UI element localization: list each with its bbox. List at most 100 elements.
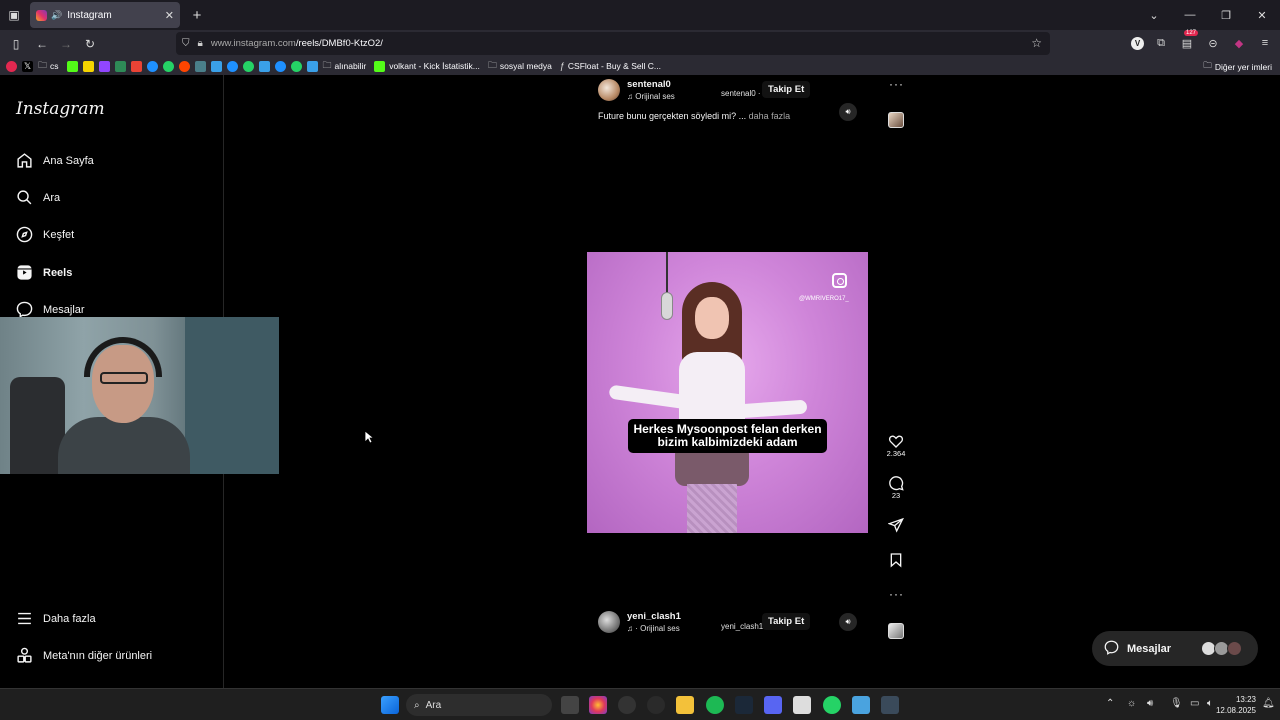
bookmark-csfloat[interactable]: ƒ CSFloat - Buy & Sell C... [560,61,661,71]
reload-button[interactable]: ↻ [78,32,102,56]
link3-bookmark-icon[interactable] [274,60,286,72]
whatsapp-bookmark-icon[interactable] [162,60,174,72]
browser-tab-instagram[interactable]: 🔊 Instagram ✕ [30,2,180,28]
spotify-icon[interactable] [706,696,724,714]
bookmark-folder-alinabilir[interactable]: 🗀 alınabilir [323,58,367,74]
nav-item-home[interactable]: Ana Sayfa [16,152,94,169]
notification-icon[interactable]: 🔔︎ [1262,698,1275,709]
other-bookmarks[interactable]: 🗀 Diğer yer imleri [1203,60,1272,74]
wave2-bookmark-icon[interactable] [306,60,318,72]
url-bar[interactable]: ⛉ 🔒︎ www.instagram.com/reels/DMBf0-KtzO2… [176,32,1050,55]
discord-icon[interactable] [764,696,782,714]
file-explorer-icon[interactable] [676,696,694,714]
whatsapp3-bookmark-icon[interactable] [290,60,302,72]
nav-item-explore[interactable]: Keşfet [16,226,74,243]
download-bookmark-icon[interactable] [114,60,126,72]
url-text[interactable]: www.instagram.com/reels/DMBf0-KtzO2/ [211,38,383,49]
bookmark-folder-cs[interactable]: 🗀 cs [38,58,59,74]
app2-icon[interactable] [852,696,870,714]
nav-item-messages[interactable]: Mesajlar [16,301,85,318]
reel-bottom-audio[interactable]: ♫ · Orijinal ses [627,624,681,633]
ship-bookmark-icon[interactable] [210,60,222,72]
bookmark-star-icon[interactable]: ☆ [1031,36,1042,50]
bookmark-folder-sosyal-medya[interactable]: 🗀 sosyal medya [488,58,552,74]
reel-bottom-tag[interactable]: yeni_clash1 [721,622,763,631]
app-icon[interactable] [647,696,665,714]
twitch-bookmark-icon[interactable] [98,60,110,72]
whatsapp-icon[interactable] [823,696,841,714]
follow-button[interactable]: Takip Et [762,81,811,98]
gmail-bookmark-icon[interactable] [130,60,142,72]
messages-floating-button[interactable]: Mesajlar [1092,631,1258,666]
bookmark-volkant[interactable]: volkant - Kick İstatistik... [374,60,480,72]
audio-thumbnail[interactable] [888,112,904,128]
steam-icon[interactable] [735,696,753,714]
s-bookmark-icon[interactable] [82,60,94,72]
follow-button[interactable]: Takip Et [762,613,811,630]
windows-start-icon[interactable] [381,696,399,714]
reel-top-username[interactable]: sentenal0 [627,79,675,90]
menu-icon[interactable]: ≡ [1256,34,1274,52]
link2-bookmark-icon[interactable] [226,60,238,72]
caption-more-link[interactable]: daha fazla [749,111,791,121]
nav-item-meta-products[interactable]: Meta'nın diğer ürünleri [16,647,152,664]
avatar[interactable] [598,79,620,101]
wave-bookmark-icon[interactable] [258,60,270,72]
more-options-icon[interactable]: ··· [889,587,904,601]
tab-list-icon[interactable]: ▣ [0,0,28,30]
instagram-logo[interactable]: Instagram [16,99,105,119]
vpn-extension-icon[interactable]: V [1131,36,1144,50]
more-options-icon[interactable]: ··· [889,77,904,91]
obs-icon[interactable] [618,696,636,714]
save-action[interactable] [884,552,908,568]
like-action[interactable]: 2.364 [884,433,908,458]
volume-icon[interactable]: 🔈︎ [1207,698,1213,709]
x-bookmark-icon[interactable]: 𝕏 [22,60,33,72]
glasses-extension-icon[interactable]: ⊝ [1204,34,1222,52]
reel-bottom-username[interactable]: yeni_clash1 [627,611,681,622]
nav-item-search[interactable]: Ara [16,189,60,206]
back-button[interactable]: ← [30,32,54,56]
nav-item-reels[interactable]: Reels [16,264,72,281]
reddit-bookmark-icon[interactable] [178,60,190,72]
tab-close-icon[interactable]: ✕ [165,9,174,22]
youtube-bookmark-icon[interactable] [6,60,17,72]
speaker-icon[interactable]: 🔊 [51,10,62,21]
profile-extension-icon[interactable]: ◆ [1230,34,1248,52]
tray-chevron-icon[interactable]: ⌃ [1106,698,1114,709]
whatsapp2-bookmark-icon[interactable] [242,60,254,72]
tab-overflow-chevron-icon[interactable]: ⌄ [1136,9,1172,22]
sidebar-toggle-icon[interactable]: ▯ [4,32,28,56]
taskbar-clock[interactable]: 13:23 12.08.2025 [1216,694,1256,716]
taskbar-search[interactable]: ⌕ Ara [406,694,552,716]
nav-item-more[interactable]: Daha fazla [16,610,96,627]
share-action[interactable] [884,517,908,533]
extension-badge-icon[interactable]: ▤ 127 [1178,30,1199,52]
link-bookmark-icon[interactable] [146,60,158,72]
reel-video[interactable]: @WMRIVERO17_ Herkes Mysoonpost felan der… [587,252,868,533]
firefox-icon[interactable] [589,696,607,714]
speaker-icon[interactable]: 🔊︎ [1147,698,1153,709]
kick-bookmark-icon[interactable] [66,60,78,72]
reel-top-tag[interactable]: sentenal0 · [721,89,761,98]
reel-top-audio[interactable]: ♫ Orijinal ses [627,92,675,101]
lock-icon[interactable]: 🔒︎ [198,38,203,49]
tracking-shield-icon[interactable]: ⛉ [182,38,190,49]
store-icon[interactable] [793,696,811,714]
maximize-button[interactable]: ❐ [1208,9,1244,22]
forward-button[interactable]: → [54,32,78,56]
minimize-button[interactable]: — [1172,9,1208,21]
task-view-icon[interactable] [561,696,579,714]
tool-bookmark-icon[interactable] [194,60,206,72]
app3-icon[interactable] [881,696,899,714]
volume-button[interactable]: 🔊︎ [839,103,857,121]
new-tab-button[interactable]: + [184,7,210,24]
audio-thumbnail[interactable] [888,623,904,639]
comment-action[interactable]: 23 [884,475,908,500]
avatar[interactable] [598,611,620,633]
close-window-button[interactable]: ✕ [1244,9,1280,22]
network-icon[interactable]: ▭ [1190,698,1199,709]
brightness-icon[interactable]: ☼ [1127,698,1136,709]
microphone-icon[interactable]: 🎙︎ [1170,698,1183,709]
extensions-icon[interactable]: ⧉ [1152,34,1170,52]
